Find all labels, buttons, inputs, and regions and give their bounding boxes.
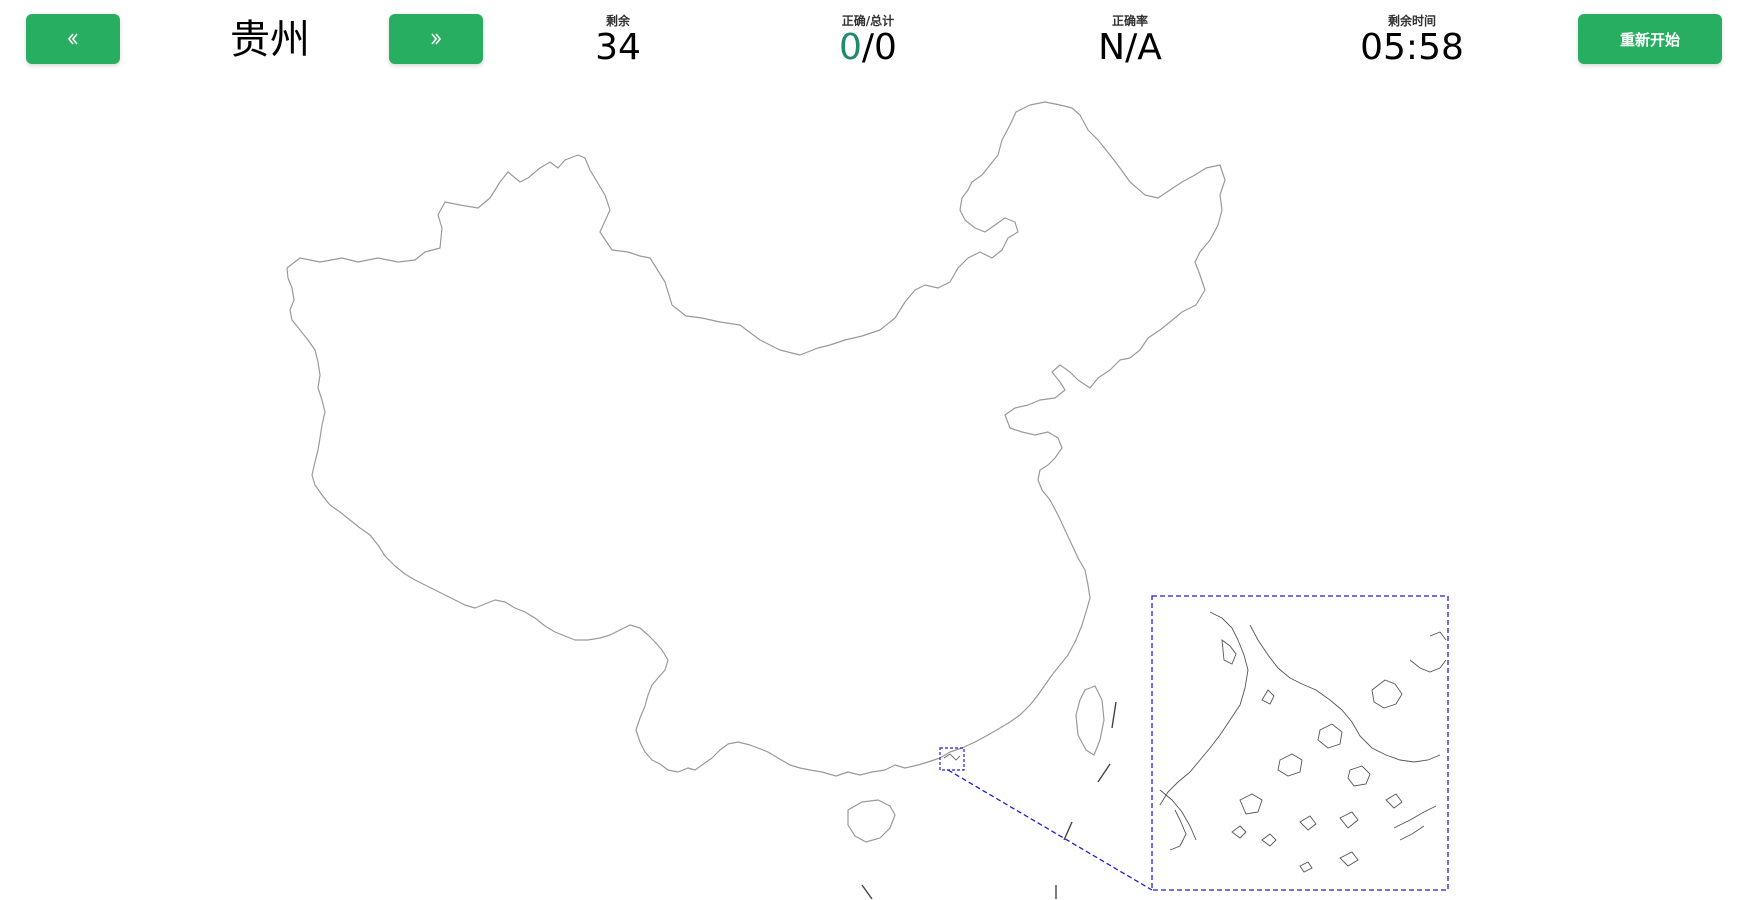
inset-connector — [947, 769, 1153, 891]
inset-coastline — [1159, 611, 1447, 873]
hk-marker-coast — [943, 753, 961, 761]
taiwan-outline[interactable] — [1075, 685, 1105, 756]
dash-line-4 — [861, 884, 873, 900]
dash-line-2 — [1097, 763, 1111, 783]
inset-box[interactable] — [1151, 595, 1449, 891]
dash-line-1 — [1111, 701, 1117, 729]
dash-line-3 — [1063, 821, 1073, 841]
china-map[interactable] — [0, 0, 1746, 900]
mainland-outline[interactable] — [286, 101, 1226, 777]
hainan-outline[interactable] — [847, 799, 896, 843]
